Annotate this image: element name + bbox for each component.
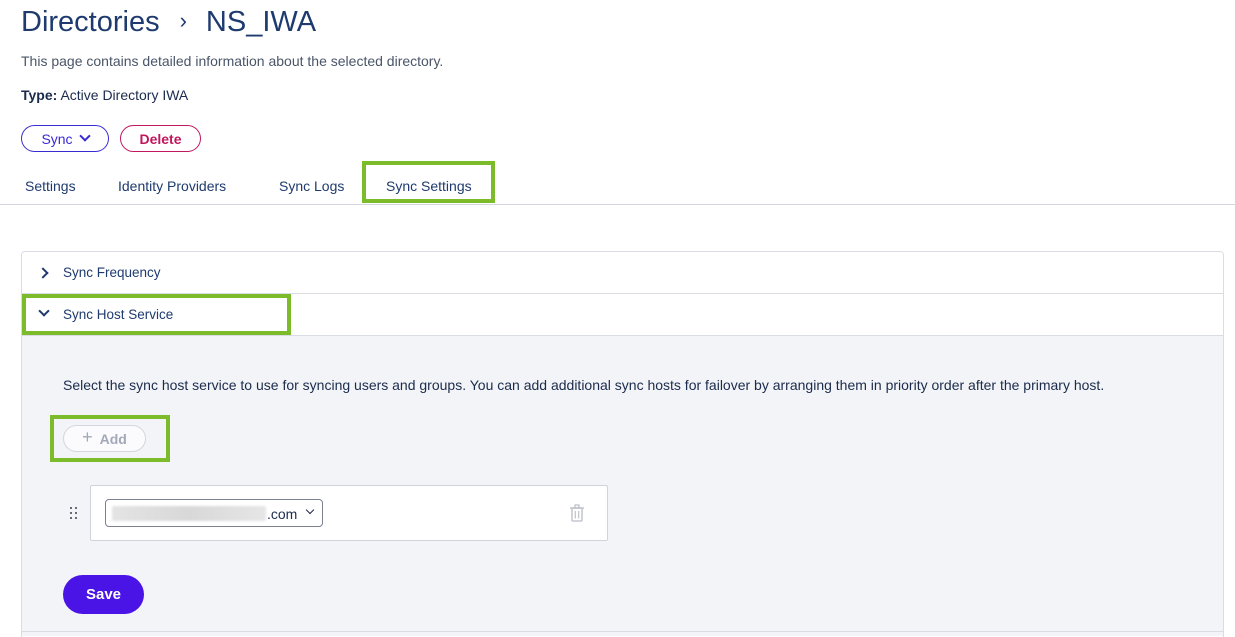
redacted-hostname [112,506,266,521]
page-description: This page contains detailed information … [21,53,444,69]
page-title: NS_IWA [205,6,317,38]
tab-settings[interactable]: Settings [25,178,76,194]
accordion-sync-frequency-label: Sync Frequency [63,265,161,280]
breadcrumb-directories-link[interactable]: Directories [21,6,160,39]
tab-bar: Settings Identity Providers Sync Logs Sy… [0,161,1235,205]
type-label: Type: [21,87,58,103]
sync-host-row: .com [90,485,608,541]
save-button-label: Save [85,586,122,603]
drag-handle-icon[interactable] [69,506,79,520]
accordion-sync-host-service-label: Sync Host Service [63,307,174,322]
plus-icon: + [82,427,93,447]
delete-button-label: Delete [139,130,182,147]
sync-button-label: Sync [41,130,73,147]
accordion-sync-frequency[interactable]: Sync Frequency [22,252,1223,294]
sync-dropdown-button[interactable]: Sync [21,125,109,152]
tab-identity-providers[interactable]: Identity Providers [118,178,226,194]
save-button[interactable]: Save [63,575,144,614]
sync-host-service-body: Select the sync host service to use for … [22,336,1223,636]
delete-button[interactable]: Delete [120,125,201,152]
breadcrumb: Directories › NS_IWA [21,6,316,39]
sync-host-domain-suffix: .com [267,506,298,522]
tab-sync-settings[interactable]: Sync Settings [386,178,472,194]
chevron-down-icon [305,505,315,515]
add-host-button[interactable]: + Add [63,425,146,452]
sync-host-description: Select the sync host service to use for … [63,377,1105,393]
add-host-button-label: Add [99,430,127,447]
trash-icon[interactable] [569,504,585,522]
chevron-down-icon [38,305,50,317]
sync-host-select[interactable]: .com [105,499,323,527]
chevron-right-icon [37,267,49,279]
breadcrumb-separator-icon: › [179,7,187,33]
sync-settings-accordion: Sync Frequency Sync Host Service Select … [21,251,1224,637]
accordion-divider [22,631,1223,632]
chevron-down-icon [78,129,91,142]
type-value: Active Directory IWA [60,87,189,103]
tab-sync-logs[interactable]: Sync Logs [279,178,344,194]
directory-type: Type: Active Directory IWA [21,87,188,103]
accordion-sync-host-service[interactable]: Sync Host Service [22,294,1223,336]
